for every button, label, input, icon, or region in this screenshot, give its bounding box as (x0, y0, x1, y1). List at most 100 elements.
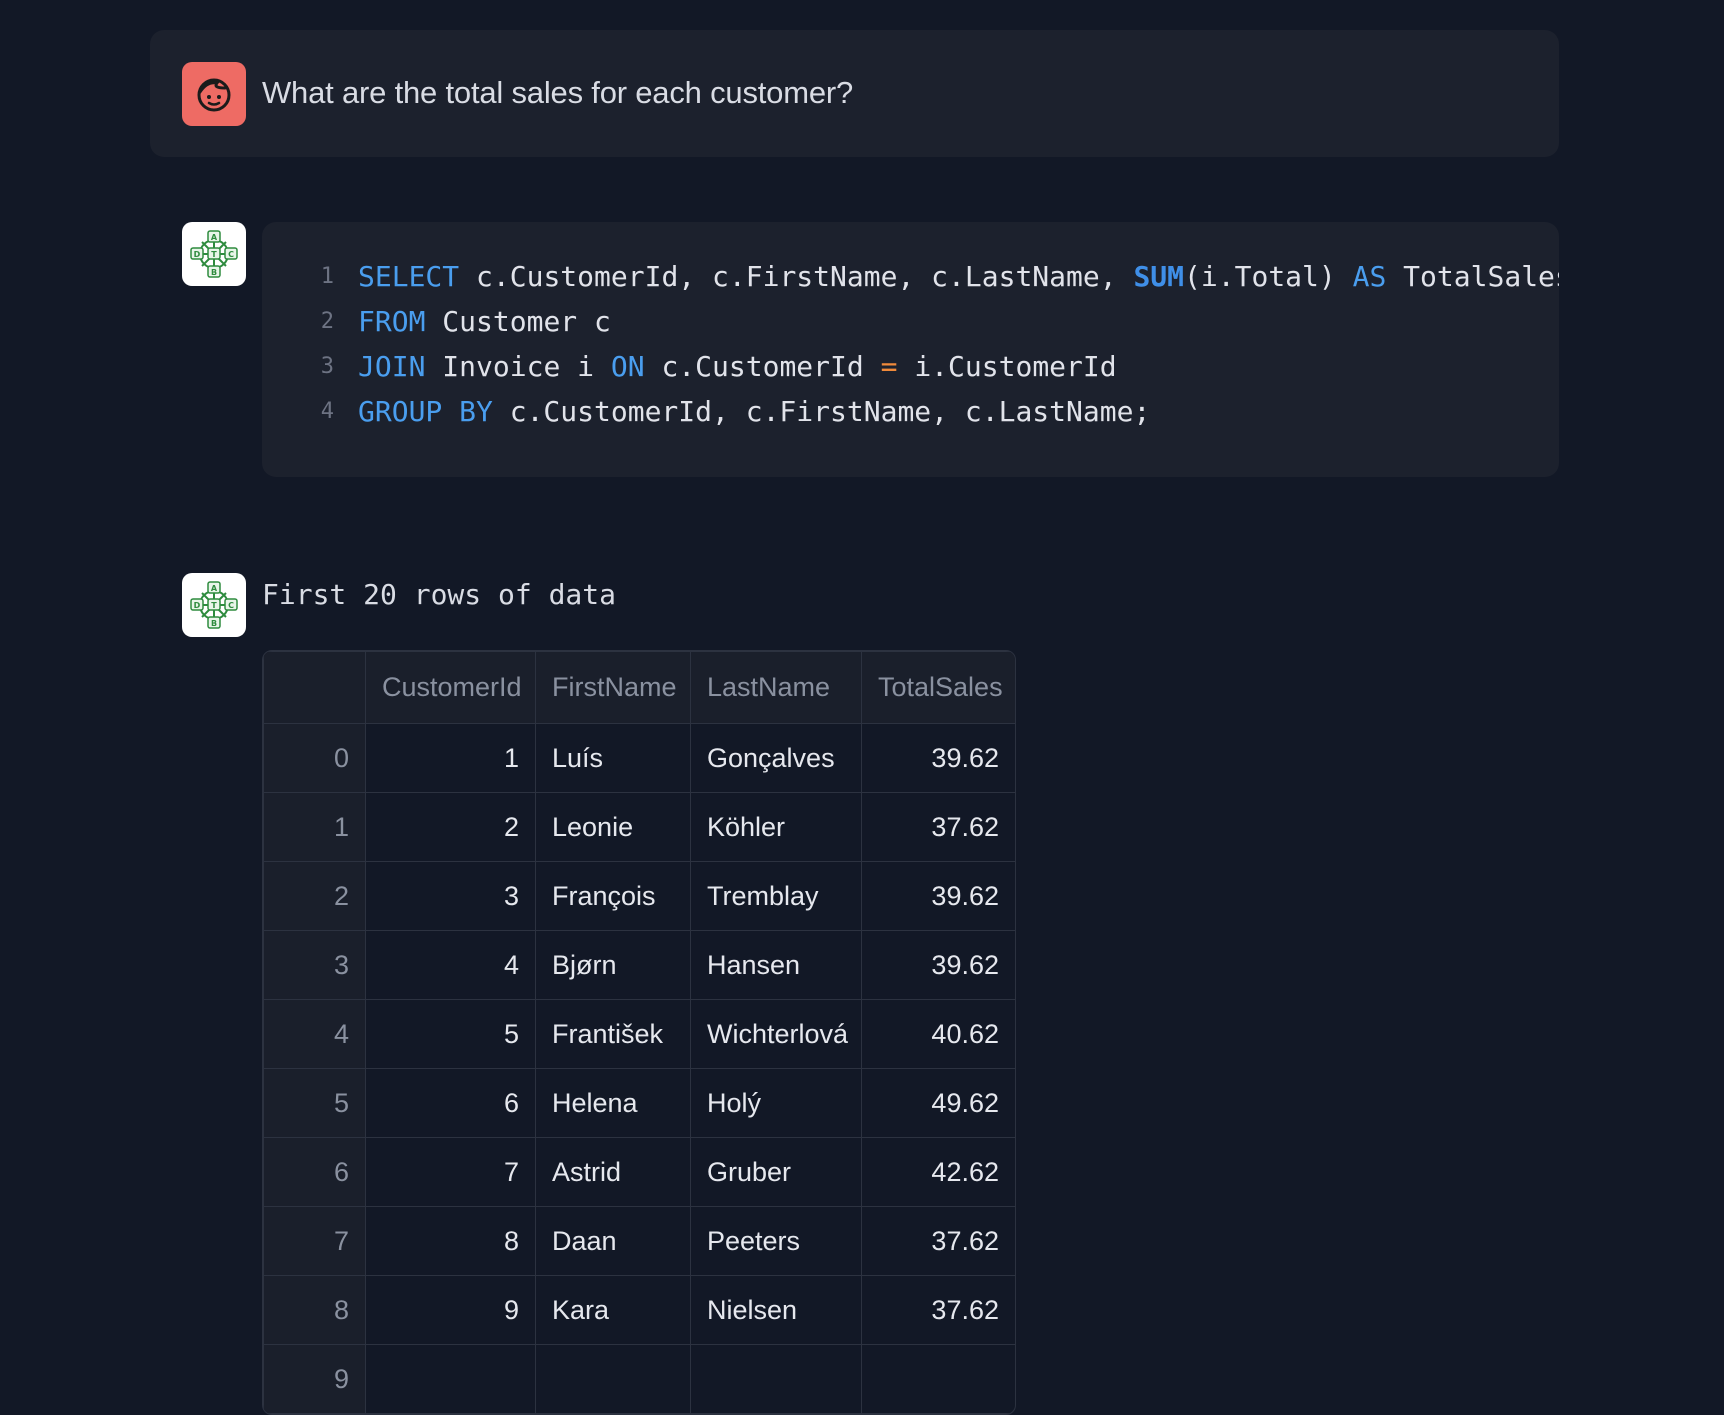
svg-text:A: A (211, 584, 218, 593)
assistant-avatar: A D C B T (182, 573, 246, 637)
cell-firstname: Bjørn (535, 930, 691, 1000)
cell-totalsales (861, 1344, 1015, 1414)
cell-lastname: Peeters (690, 1206, 862, 1276)
table-row[interactable]: 6 7 Astrid Gruber 42.62 (263, 1137, 1015, 1207)
code-token: i.CustomerId (897, 350, 1117, 383)
table-row[interactable]: 2 3 François Tremblay 39.62 (263, 861, 1015, 931)
cell-firstname: Leonie (535, 792, 691, 862)
svg-text:A: A (211, 233, 218, 242)
code-token: c.CustomerId (644, 350, 881, 383)
column-header-firstname[interactable]: FirstName (535, 651, 691, 724)
table-row[interactable]: 8 9 Kara Nielsen 37.62 (263, 1275, 1015, 1345)
line-code: JOIN Invoice i ON c.CustomerId = i.Custo… (358, 344, 1117, 389)
row-index: 0 (263, 723, 366, 793)
code-token: JOIN (358, 350, 426, 383)
cell-totalsales: 39.62 (861, 861, 1015, 931)
code-line: 1 SELECT c.CustomerId, c.FirstName, c.Las… (262, 254, 1559, 299)
row-index: 5 (263, 1068, 366, 1138)
code-token: SUM (1133, 260, 1185, 293)
table-row[interactable]: 0 1 Luís Gonçalves 39.62 (263, 723, 1015, 793)
abcd-graph-logo-icon: A D C B T (190, 581, 238, 629)
code-line: 2 FROM Customer c (262, 299, 1559, 344)
row-index: 2 (263, 861, 366, 931)
column-header-index[interactable] (263, 651, 366, 724)
code-token: (i.Total) (1184, 260, 1353, 293)
cell-customerid (365, 1344, 536, 1414)
line-code: GROUP BY c.CustomerId, c.FirstName, c.La… (358, 389, 1150, 434)
cell-firstname: František (535, 999, 691, 1069)
cell-totalsales: 37.62 (861, 1275, 1015, 1345)
code-token: AS (1352, 260, 1387, 293)
column-header-lastname[interactable]: LastName (690, 651, 862, 724)
cell-totalsales: 37.62 (861, 792, 1015, 862)
row-index: 3 (263, 930, 366, 1000)
cell-lastname: Wichterlová (690, 999, 862, 1069)
face-icon (197, 78, 231, 112)
svg-text:C: C (228, 250, 234, 259)
row-index: 6 (263, 1137, 366, 1207)
cell-lastname: Holý (690, 1068, 862, 1138)
user-avatar (182, 62, 246, 126)
user-message-card: What are the total sales for each custom… (150, 30, 1559, 157)
code-token: Customer c (425, 305, 611, 338)
row-index: 4 (263, 999, 366, 1069)
cell-firstname: François (535, 861, 691, 931)
user-message-text: What are the total sales for each custom… (262, 75, 854, 110)
code-token: ON (610, 350, 645, 383)
row-index: 7 (263, 1206, 366, 1276)
cell-customerid: 8 (365, 1206, 536, 1276)
svg-text:T: T (211, 601, 217, 610)
cell-customerid: 5 (365, 999, 536, 1069)
cell-customerid: 2 (365, 792, 536, 862)
line-number: 3 (320, 354, 334, 379)
svg-text:B: B (211, 268, 217, 277)
cell-lastname: Nielsen (690, 1275, 862, 1345)
line-code: SELECT c.CustomerId, c.FirstName, c.Last… (358, 254, 1559, 299)
cell-firstname (535, 1344, 691, 1414)
sql-code-block[interactable]: 1 SELECT c.CustomerId, c.FirstName, c.Las… (262, 222, 1559, 477)
cell-customerid: 1 (365, 723, 536, 793)
cell-totalsales: 37.62 (861, 1206, 1015, 1276)
cell-lastname: Tremblay (690, 861, 862, 931)
table-header-row: CustomerId FirstName LastName TotalSales (263, 651, 1015, 724)
cell-firstname: Kara (535, 1275, 691, 1345)
code-line: 4 GROUP BY c.CustomerId, c.FirstName, c.L… (262, 389, 1559, 434)
code-lines: 1 SELECT c.CustomerId, c.FirstName, c.Las… (262, 254, 1559, 434)
table-row[interactable]: 4 5 František Wichterlová 40.62 (263, 999, 1015, 1069)
assistant-avatar: A D C B T (182, 222, 246, 286)
cell-lastname: Köhler (690, 792, 862, 862)
dataframe[interactable]: CustomerId FirstName LastName TotalSales… (262, 650, 1016, 1415)
table-row[interactable]: 5 6 Helena Holý 49.62 (263, 1068, 1015, 1138)
table-row[interactable]: 1 2 Leonie Köhler 37.62 (263, 792, 1015, 862)
cell-lastname: Gruber (690, 1137, 862, 1207)
column-header-customerid[interactable]: CustomerId (365, 651, 536, 724)
line-number: 2 (320, 309, 334, 334)
cell-firstname: Astrid (535, 1137, 691, 1207)
line-code: FROM Customer c (358, 299, 611, 344)
cell-lastname: Hansen (690, 930, 862, 1000)
code-token: c.CustomerId, c.FirstName, c.LastName; (492, 395, 1151, 428)
table-row[interactable]: 9 (263, 1344, 1015, 1414)
data-caption: First 20 rows of data (262, 578, 617, 611)
cell-lastname: Gonçalves (690, 723, 862, 793)
row-index: 1 (263, 792, 366, 862)
line-number: 4 (320, 399, 334, 424)
line-number: 1 (320, 264, 334, 289)
cell-customerid: 3 (365, 861, 536, 931)
column-header-totalsales[interactable]: TotalSales (861, 651, 1015, 724)
svg-text:D: D (194, 601, 201, 610)
table-row[interactable]: 7 8 Daan Peeters 37.62 (263, 1206, 1015, 1276)
cell-totalsales: 40.62 (861, 999, 1015, 1069)
cell-firstname: Daan (535, 1206, 691, 1276)
cell-totalsales: 39.62 (861, 930, 1015, 1000)
cell-firstname: Luís (535, 723, 691, 793)
table-row[interactable]: 3 4 Bjørn Hansen 39.62 (263, 930, 1015, 1000)
abcd-graph-logo-icon: A D C B T (190, 230, 238, 278)
cell-lastname (690, 1344, 862, 1414)
svg-text:C: C (228, 601, 234, 610)
cell-customerid: 4 (365, 930, 536, 1000)
cell-customerid: 9 (365, 1275, 536, 1345)
cell-totalsales: 39.62 (861, 723, 1015, 793)
cell-totalsales: 42.62 (861, 1137, 1015, 1207)
svg-text:B: B (211, 619, 217, 628)
